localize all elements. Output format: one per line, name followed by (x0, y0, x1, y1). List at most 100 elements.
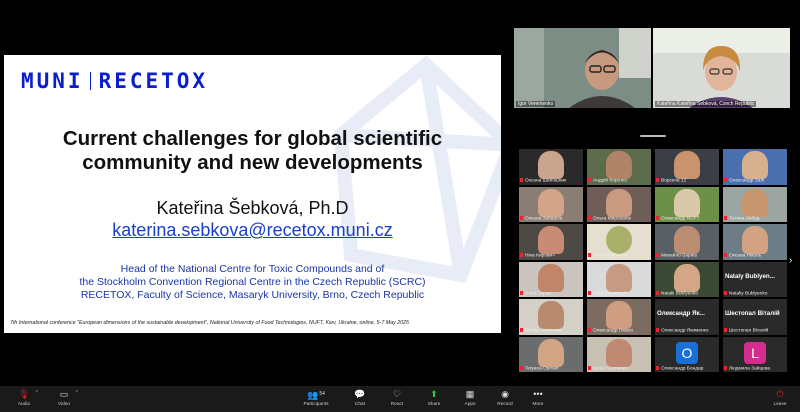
participant-name: Vasyl Pasichnyk (588, 291, 650, 296)
participant-name: Ніна Кирович (520, 253, 582, 259)
leave-button[interactable]: ⏻ Leave (760, 389, 800, 407)
participant-name: Nataliy Bublyenko (724, 291, 786, 296)
participant-tile[interactable]: Vasyl Pasichnyk (587, 261, 651, 297)
apps-button[interactable]: ▦ Apps (450, 389, 490, 407)
participants-count: 54 (319, 391, 325, 397)
video-button[interactable]: ▭ Video ^ (44, 389, 84, 407)
participant-big-name: Шестопал Віталій (725, 310, 780, 317)
more-button[interactable]: ••• More (518, 389, 558, 407)
more-dots-icon: ••• (533, 389, 543, 399)
participant-tile[interactable]: Nataly Bublyen... Nataliy Bublyenko (723, 261, 787, 297)
slide-title: Current challenges for global scientific… (4, 127, 501, 175)
chat-button[interactable]: 💬 Chat (340, 389, 380, 407)
participant-name: Ірина Осипенко (588, 366, 650, 371)
participant-name: Андрій Коротко (588, 178, 650, 184)
participant-name: Оксана Забашта (520, 216, 582, 221)
participant-tile[interactable]: Ірина Осипенко (587, 336, 651, 372)
participant-tile[interactable]: Оксана Ніколь (723, 224, 787, 260)
participant-name: Олександр Якименко (656, 328, 718, 334)
more-label: More (532, 402, 544, 407)
affiliation-line2: the Stockholm Convention Regional Centre… (79, 276, 426, 288)
participant-name: Тетяна Лебідь (724, 216, 786, 221)
speaker-1-image (514, 28, 651, 108)
participant-tile[interactable]: O Олександр Бондар (655, 336, 719, 372)
participant-tile[interactable]: Олександр Як... Олександр Якименко (655, 299, 719, 335)
participant-name: Оксана Ніколь (724, 253, 786, 259)
participant-gallery: Оксана Шапошник Андрій Коротко Ворскла 1… (519, 149, 787, 374)
chat-bubble-icon: 💬 (354, 389, 366, 399)
participant-tile[interactable]: Оксана Забашта (519, 186, 583, 222)
meeting-toolbar: 🎙 Audio ^ ▭ Video ^ 👥54 Participants 💬 C… (0, 386, 800, 412)
participant-big-name: Nataly Bublyen... (725, 272, 775, 280)
participant-tile[interactable]: Олександр NUFT (655, 186, 719, 222)
speaker-video-2[interactable]: Kateřina Kateřina Šebková, Czech Republi… (653, 28, 790, 108)
participant-name: Natalii Bublyenko (656, 291, 718, 296)
participant-name: Людмила Зайцева (724, 366, 786, 371)
share-label: Share (427, 402, 441, 407)
share-screen-icon: ⬆ (430, 389, 438, 399)
participant-tile[interactable]: Олександр Залі (723, 149, 787, 185)
video-label: Video (57, 402, 71, 407)
participant-name: Михайло Бариш (656, 253, 718, 259)
participant-tile[interactable]: Natalii Bublyenko (655, 261, 719, 297)
video-camera-icon: ▭ (59, 389, 69, 399)
speaker-2-image (653, 28, 790, 108)
participant-name: Ольга Мирошник (588, 216, 650, 221)
share-button[interactable]: ⬆ Share (414, 389, 454, 407)
speaker-video-1[interactable]: Igor Veremenko (514, 28, 651, 108)
participant-name: Олександр Бондар (656, 366, 718, 371)
react-label: React (390, 402, 404, 407)
chevron-up-icon[interactable]: ^ (36, 390, 38, 396)
participant-initial: L (744, 341, 766, 364)
react-button[interactable]: ♡ React (377, 389, 417, 407)
participant-name: Олександр NUFT (656, 216, 718, 221)
slide-affiliation: Head of the National Centre for Toxic Co… (4, 263, 501, 302)
speaker-2-name: Kateřina Kateřina Šebková, Czech Republi… (655, 101, 757, 107)
chevron-up-icon[interactable]: ^ (76, 390, 78, 396)
slide-title-line1: Current challenges for global scientific (62, 127, 443, 150)
participants-icon: 👥54 (307, 390, 325, 400)
logo-recetox: RECETOX (98, 69, 209, 93)
audio-label: Audio (17, 402, 31, 407)
logo-muni: MUNI (21, 69, 84, 93)
gallery-drag-handle[interactable] (640, 135, 666, 137)
participant-initial: O (676, 341, 698, 364)
apps-grid-icon: ▦ (465, 389, 475, 399)
leave-door-icon: ⏻ (776, 389, 784, 399)
participant-tile[interactable]: Алла Таран (519, 261, 583, 297)
heart-react-icon: ♡ (392, 389, 402, 399)
shared-screen-slide: MUNI RECETOX Current challenges for globa… (4, 55, 501, 333)
participant-name: Олександр Ляшко (588, 328, 650, 334)
participant-tile[interactable]: Олександр Ляшко (587, 299, 651, 335)
slide-email-link[interactable]: katerina.sebkova@recetox.muni.cz (4, 220, 501, 241)
participant-tile[interactable]: Шестопал Віталій Шестопал Віталій (723, 299, 787, 335)
participant-tile[interactable]: Ольга Мирошник (587, 186, 651, 222)
participant-tile[interactable]: Віктор Тютюнник (519, 299, 583, 335)
slide-footer: 7th International conference "European d… (10, 320, 409, 326)
participant-tile[interactable]: Михайло Бариш (655, 224, 719, 260)
participant-tile[interactable]: Ніна Кирович (519, 224, 583, 260)
participant-tile[interactable]: Tetyana Osman (519, 336, 583, 372)
participant-tile[interactable]: Андрій Коротко (587, 149, 651, 185)
audio-button[interactable]: 🎙 Audio ^ (4, 389, 44, 407)
gallery-next-arrow-icon[interactable]: › (789, 255, 792, 266)
leave-label: Leave (773, 402, 787, 407)
participants-label: Participants (303, 402, 329, 407)
participant-big-name: Олександр Як... (657, 310, 705, 317)
participant-tile[interactable]: Наталія Кравче (587, 224, 651, 260)
participant-name: Ворскла 12 (656, 178, 718, 184)
slide-author: Kateřina Šebková, Ph.D (156, 198, 349, 218)
affiliation-line3: RECETOX, Faculty of Science, Masaryk Uni… (80, 289, 425, 301)
microphone-muted-icon: 🎙 (18, 389, 30, 399)
participant-tile[interactable]: Оксана Шапошник (519, 149, 583, 185)
participant-tile[interactable]: Тетяна Лебідь (723, 186, 787, 222)
slide-title-line2: community and new developments (82, 151, 423, 174)
participant-name: Віктор Тютюнник (520, 328, 582, 334)
apps-label: Apps (464, 402, 476, 407)
participant-tile[interactable]: L Людмила Зайцева (723, 336, 787, 372)
participant-tile[interactable]: Ворскла 12 (655, 149, 719, 185)
participant-name: Олександр Залі (724, 178, 786, 184)
muni-recetox-logo: MUNI RECETOX (21, 69, 208, 93)
participants-button[interactable]: 👥54 Participants (296, 389, 336, 407)
affiliation-line1: Head of the National Centre for Toxic Co… (120, 263, 385, 275)
